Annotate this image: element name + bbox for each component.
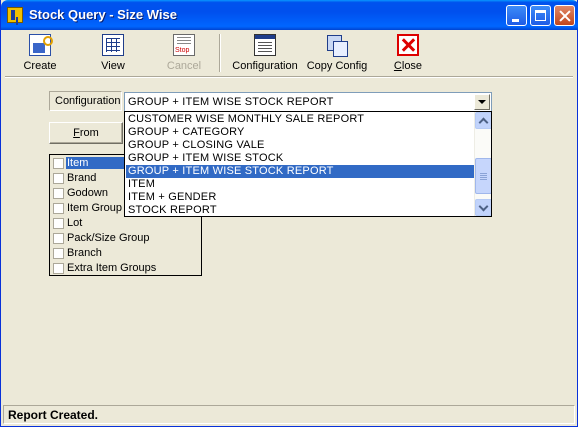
configuration-combo[interactable]: GROUP + ITEM WISE STOCK REPORT — [124, 92, 492, 112]
close-button[interactable]: Close — [389, 32, 427, 74]
dropdown-scrollbar[interactable] — [474, 112, 491, 216]
close-icon — [397, 34, 419, 56]
copy-config-icon — [326, 34, 348, 57]
checkbox[interactable] — [53, 158, 64, 169]
view-button[interactable]: View — [93, 32, 133, 74]
toolbar-separator — [219, 34, 221, 72]
create-button[interactable]: Create — [19, 32, 61, 74]
create-label: Create — [23, 60, 57, 72]
copy-config-label: Copy Config — [306, 60, 368, 72]
checkbox[interactable] — [53, 233, 64, 244]
create-icon — [29, 34, 53, 56]
dropdown-option[interactable]: ITEM — [126, 178, 474, 191]
scroll-down-button[interactable] — [475, 199, 491, 216]
view-icon — [102, 34, 124, 56]
scroll-up-button[interactable] — [475, 112, 491, 129]
toolbar: Create View Cancel Configuration Copy Co… — [5, 30, 573, 76]
minimize-button[interactable] — [506, 5, 527, 26]
configuration-label: Configuration — [232, 60, 298, 72]
checkbox[interactable] — [53, 203, 64, 214]
dropdown-option[interactable]: STOCK REPORT — [126, 204, 474, 216]
checkbox[interactable] — [53, 173, 64, 184]
cancel-button[interactable]: Cancel — [163, 32, 205, 74]
dropdown-option[interactable]: GROUP + CLOSING VALE — [126, 139, 474, 152]
view-label: View — [101, 60, 125, 72]
app-icon[interactable] — [7, 7, 23, 23]
close-label: Close — [393, 60, 423, 72]
configuration-dropdown-list[interactable]: CUSTOMER WISE MONTHLY SALE REPORT GROUP … — [124, 111, 492, 217]
toolbar-divider — [5, 76, 573, 78]
title-bar[interactable]: Stock Query - Size Wise — [1, 0, 578, 30]
dropdown-option-selected[interactable]: GROUP + ITEM WISE STOCK REPORT — [126, 165, 474, 178]
configuration-field-label: Configuration — [49, 91, 122, 111]
dropdown-option[interactable]: ITEM + GENDER — [126, 191, 474, 204]
copy-config-button[interactable]: Copy Config — [305, 32, 369, 74]
configuration-button[interactable]: Configuration — [229, 32, 301, 74]
checkbox[interactable] — [53, 248, 64, 259]
dropdown-arrow-button[interactable] — [474, 94, 490, 110]
from-button[interactable]: From — [49, 122, 123, 144]
dropdown-option[interactable]: GROUP + CATEGORY — [126, 126, 474, 139]
status-text: Report Created. — [8, 408, 99, 422]
stop-icon — [173, 34, 195, 56]
checkbox[interactable] — [53, 263, 64, 274]
configuration-combo-value: GROUP + ITEM WISE STOCK REPORT — [128, 96, 334, 108]
configuration-icon — [254, 34, 276, 56]
dropdown-option[interactable]: CUSTOMER WISE MONTHLY SALE REPORT — [126, 113, 474, 126]
checkbox[interactable] — [53, 188, 64, 199]
checklist-item-extra-item-groups[interactable]: Extra Item Groups — [52, 261, 201, 276]
scroll-thumb[interactable] — [475, 158, 491, 194]
checklist-item-pack-size-group[interactable]: Pack/Size Group — [52, 231, 201, 246]
checklist-item-branch[interactable]: Branch — [52, 246, 201, 261]
close-window-button[interactable] — [554, 5, 575, 26]
checkbox[interactable] — [53, 218, 64, 229]
main-window: Stock Query - Size Wise Create View Canc… — [0, 0, 578, 427]
window-title: Stock Query - Size Wise — [29, 7, 177, 22]
checklist-item-lot[interactable]: Lot — [52, 216, 201, 231]
maximize-button[interactable] — [530, 5, 551, 26]
cancel-label: Cancel — [166, 60, 202, 72]
status-bar: Report Created. — [3, 405, 575, 424]
dropdown-option[interactable]: GROUP + ITEM WISE STOCK — [126, 152, 474, 165]
